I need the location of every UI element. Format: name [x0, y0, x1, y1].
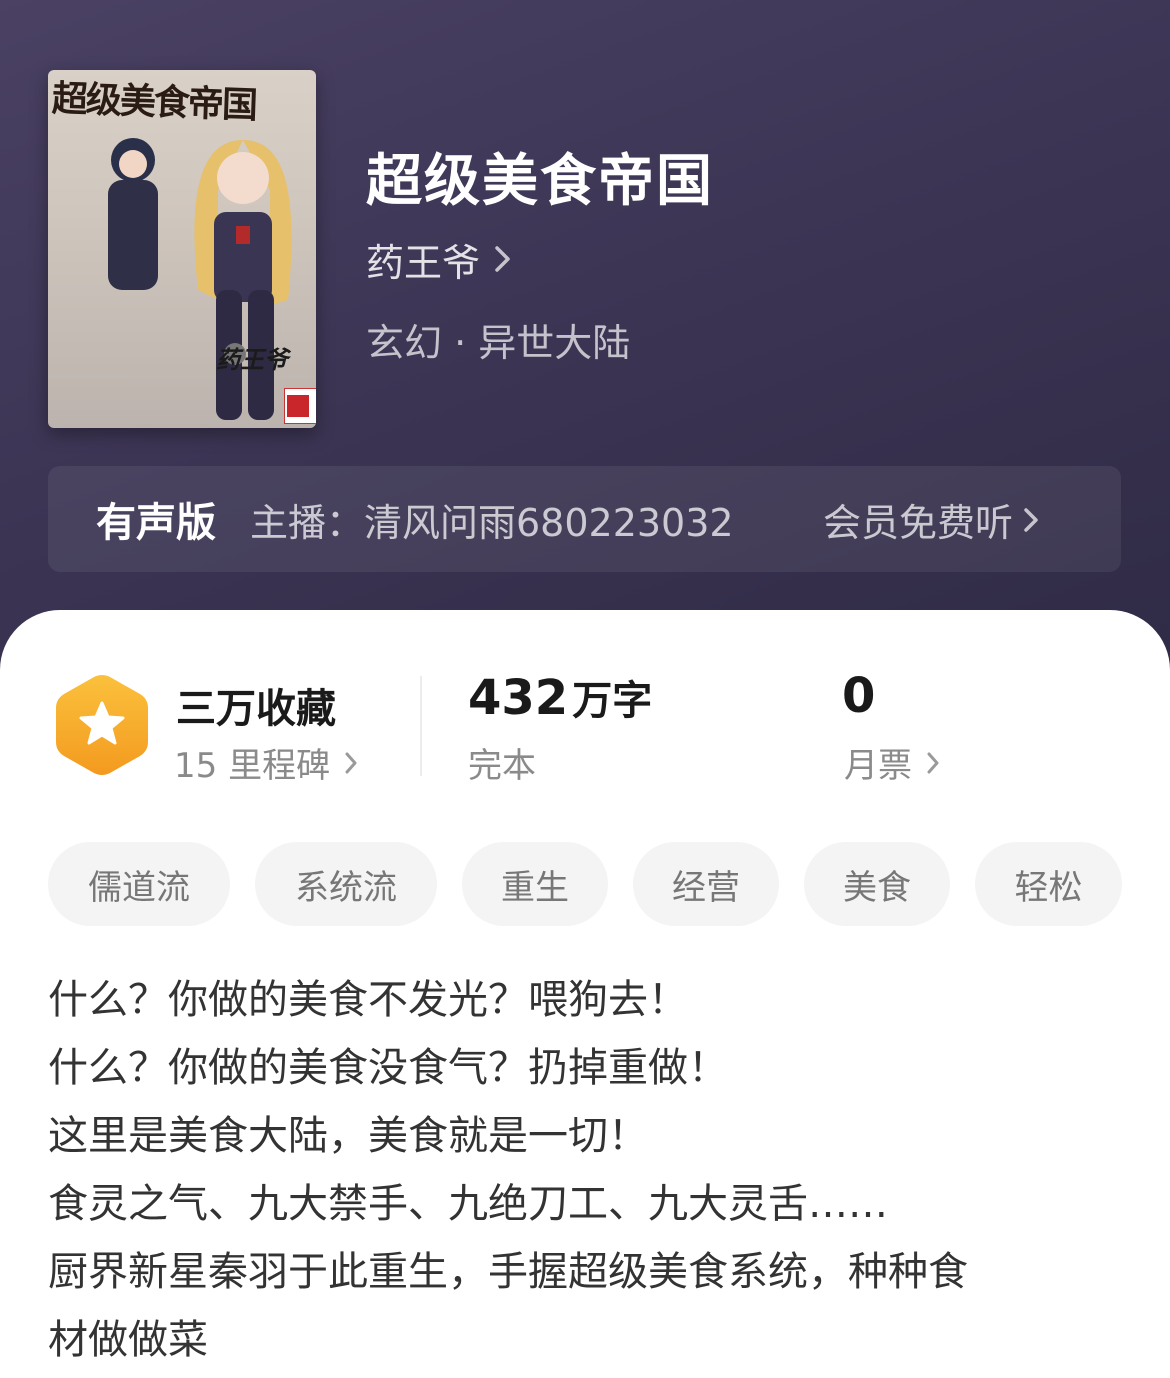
book-title: 超级美食帝国 [366, 149, 714, 214]
chevron-right-icon [345, 752, 357, 773]
favorites-count: 三万收藏 [176, 686, 336, 732]
book-cover[interactable]: 超级美食帝国 药王爷 [48, 70, 316, 428]
tag-chip[interactable]: 美食 [804, 842, 950, 926]
audio-host: 主播：清风问雨680223032 [250, 501, 734, 545]
word-count-unit: 万字 [572, 678, 653, 724]
cover-illustration-girl [194, 140, 292, 420]
monthly-votes-number: 0 [842, 668, 876, 724]
milestones-label: 15 里程碑 [174, 746, 331, 786]
cover-illustration-boy [108, 138, 158, 290]
description-line: 食灵之气、九大禁手、九绝刀工、九大灵舌…… [48, 1181, 888, 1227]
chevron-right-icon [495, 246, 510, 272]
word-count-number: 432 [468, 670, 569, 726]
tag-chip[interactable]: 经营 [633, 842, 779, 926]
cover-title-text: 超级美食帝国 [51, 77, 257, 127]
author-link[interactable]: 药王爷 [366, 234, 512, 285]
stats-divider [420, 676, 422, 776]
audio-version-label: 有声版 [96, 500, 216, 546]
chevron-right-icon [927, 752, 939, 773]
cover-author-text: 药王爷 [216, 345, 288, 374]
tag-chip[interactable]: 重生 [462, 842, 608, 926]
monthly-votes-label: 月票 [844, 746, 912, 786]
tag-chip[interactable]: 系统流 [255, 842, 437, 926]
member-free-listen-label: 会员免费听 [823, 501, 1014, 545]
description-line: 材做做菜 [48, 1317, 208, 1363]
star-hexagon-icon[interactable] [54, 672, 150, 778]
completion-status: 完本 [468, 746, 536, 786]
chevron-right-icon [1024, 507, 1038, 532]
author-name: 药王爷 [366, 240, 481, 285]
tag-list: 儒道流 系统流 重生 经营 美食 轻松 [48, 842, 1122, 926]
word-count: 432 万字 [468, 668, 652, 726]
description-line: 这里是美食大陆，美食就是一切！ [48, 1113, 648, 1159]
book-description: 什么？你做的美食不发光？喂狗去！ 什么？你做的美食没食气？扔掉重做！ 这里是美食… [48, 966, 1128, 1374]
book-genre: 玄幻 · 异世大陆 [366, 321, 631, 365]
tag-chip[interactable]: 轻松 [975, 842, 1122, 926]
book-header: 超级美食帝国 药王爷 超级美食帝国 药王爷 玄幻 · 异世大陆 有声版 主播：清… [0, 0, 1170, 700]
description-line: 厨界新星秦羽于此重生，手握超级美食系统，种种食 [48, 1249, 968, 1295]
tag-chip[interactable]: 儒道流 [48, 842, 230, 926]
monthly-votes-link[interactable]: 月票 [844, 738, 940, 787]
audio-version-bar[interactable]: 有声版 主播：清风问雨680223032 会员免费听 [48, 466, 1121, 572]
publisher-logo [284, 388, 316, 424]
member-free-listen-link[interactable]: 会员免费听 [823, 492, 1039, 547]
milestones-link[interactable]: 15 里程碑 [174, 738, 358, 787]
monthly-votes-count: 0 [842, 668, 875, 724]
description-line: 什么？你做的美食没食气？扔掉重做！ [48, 1045, 728, 1091]
description-line: 什么？你做的美食不发光？喂狗去！ [48, 977, 688, 1023]
